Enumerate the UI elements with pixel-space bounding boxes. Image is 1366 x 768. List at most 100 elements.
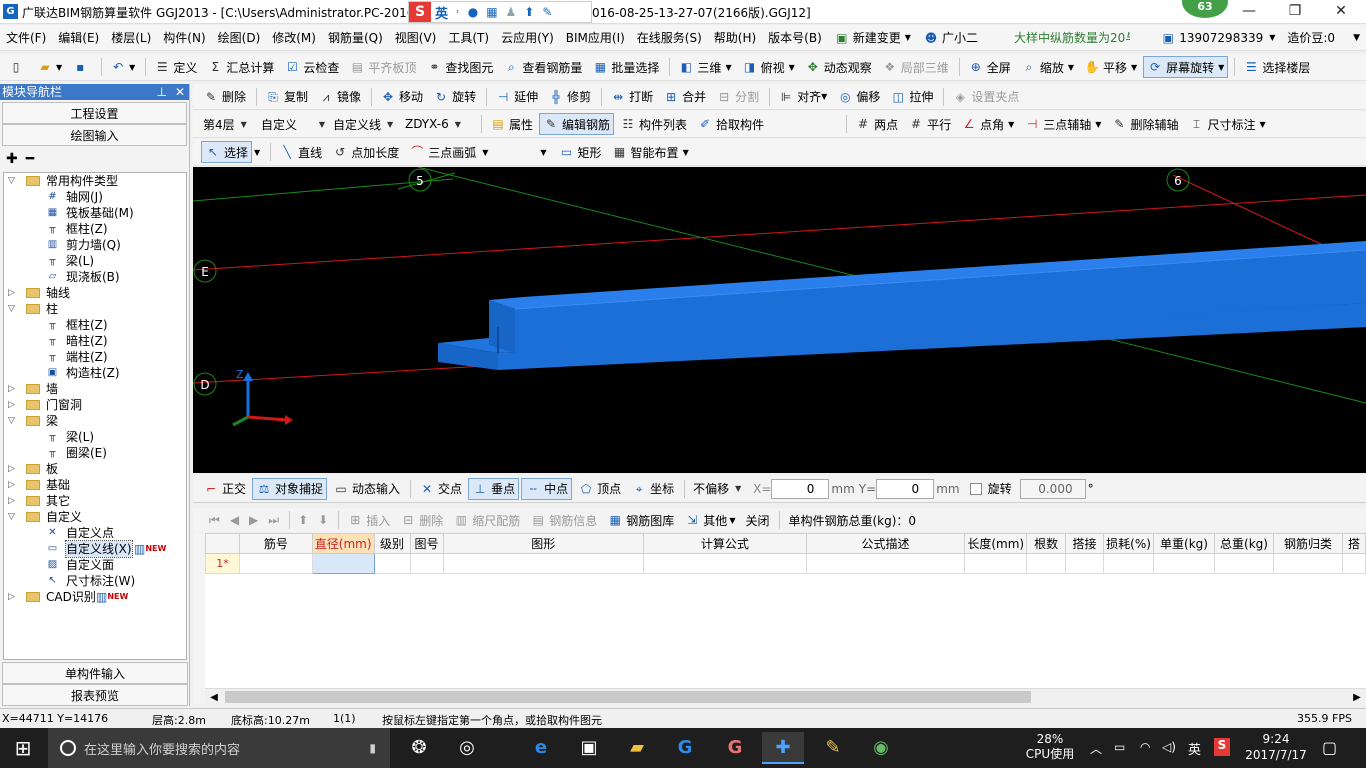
drawing-input-button[interactable]: 绘图输入 <box>2 124 187 146</box>
properties-button[interactable]: ▤ 属性 <box>486 113 537 135</box>
menu-item-5[interactable]: 修改(M) <box>266 25 322 51</box>
offset-select[interactable]: 不偏移 ▼ <box>689 479 749 499</box>
y-input[interactable]: 0 <box>876 478 935 499</box>
batch-select-button[interactable]: ▦ 批量选择 <box>588 56 663 78</box>
table-row[interactable]: 1* <box>205 553 1366 574</box>
cell-formula-desc[interactable] <box>805 553 966 574</box>
task-view-icon[interactable]: ❂ <box>398 732 440 764</box>
coordinate-snap-button[interactable]: ⌖ 坐标 <box>627 478 678 500</box>
collapse-arrow-icon[interactable]: ▽ <box>8 301 15 317</box>
rotate-checkbox[interactable] <box>969 482 982 495</box>
edge-browser-icon[interactable]: e <box>520 732 562 764</box>
tree-folder[interactable]: ▷ 门窗洞 <box>4 397 186 413</box>
view-rebar-button[interactable]: ⌕ 查看钢筋量 <box>499 56 586 78</box>
tray-app-icon[interactable]: ▭ <box>1114 740 1125 754</box>
column-header-8[interactable]: 长度(mm) <box>964 533 1028 554</box>
report-preview-button[interactable]: 报表预览 <box>2 684 188 706</box>
collapse-all-icon[interactable]: ━ <box>26 151 34 167</box>
summary-calc-button[interactable]: Σ 汇总计算 <box>203 56 278 78</box>
expand-arrow-icon[interactable]: ▷ <box>8 461 15 477</box>
cell-count[interactable] <box>1026 553 1067 574</box>
cell-shape-no[interactable] <box>409 553 444 574</box>
notes-app-icon[interactable]: ✎ <box>812 732 854 764</box>
smart-layout-button[interactable]: ▦ 智能布置 ▼ <box>608 141 693 163</box>
orbit-button[interactable]: ✥ 动态观察 <box>801 56 876 78</box>
line-tool-button[interactable]: ╲ 直线 <box>275 141 326 163</box>
expand-arrow-icon[interactable]: ▷ <box>8 381 15 397</box>
delete-button[interactable]: ✎ 删除 <box>199 86 250 108</box>
select-floor-button[interactable]: ☰ 选择楼层 <box>1239 56 1314 78</box>
column-header-6[interactable]: 计算公式 <box>643 533 807 554</box>
tree-item[interactable]: ▱ 现浇板(B) <box>4 269 186 285</box>
expand-arrow-icon[interactable]: ▷ <box>8 589 15 605</box>
tree-item[interactable]: ↖ 尺寸标注(W) <box>4 573 186 589</box>
cpu-usage-widget[interactable]: 28% CPU使用 <box>1022 732 1078 762</box>
user-icon[interactable]: ♟ <box>506 5 517 19</box>
move-button[interactable]: ✥ 移动 <box>376 86 427 108</box>
tree-folder[interactable]: ▷ CAD识别 ▥NEW <box>4 589 186 605</box>
tree-folder[interactable]: ▷ 基础 <box>4 477 186 493</box>
ime-mode-label[interactable]: 英 <box>435 3 448 22</box>
active-app-icon[interactable]: ✚ <box>762 732 804 764</box>
define-button[interactable]: ☰ 定义 <box>150 56 201 78</box>
rectangle-tool-button[interactable]: ▭ 矩形 <box>555 141 606 163</box>
notification-icon[interactable]: ▢ <box>1322 738 1337 757</box>
cell-loss[interactable] <box>1103 553 1155 574</box>
price-bean[interactable]: 造价豆:0 <box>1281 25 1341 51</box>
floor-select[interactable]: 第4层 ▼ <box>199 114 257 134</box>
3d-view-button[interactable]: ◧ 三维 ▼ <box>674 56 735 78</box>
align-button[interactable]: ⊫ 对齐 ▼ <box>774 86 831 108</box>
cell-unit-weight[interactable] <box>1153 553 1215 574</box>
cell-length[interactable] <box>964 553 1028 574</box>
dynamic-input-button[interactable]: ▭ 动态输入 <box>329 478 404 500</box>
fullscreen-button[interactable]: ⊕ 全屏 <box>964 56 1015 78</box>
column-header-2[interactable]: 直径(mm) <box>311 533 375 554</box>
category-select[interactable]: 自定义 ▼ <box>257 114 329 134</box>
cell-formula[interactable] <box>643 553 807 574</box>
tray-ime-label[interactable]: 英 <box>1188 739 1201 758</box>
component-list-button[interactable]: ☷ 构件列表 <box>616 113 691 135</box>
midpoint-snap-button[interactable]: ╌ 中点 <box>521 477 573 500</box>
mirror-button[interactable]: ⩘ 镜像 <box>314 86 365 108</box>
windows-start-icon[interactable]: ⊞ <box>2 732 44 764</box>
tree-item[interactable]: ✕ 自定义点 <box>4 525 186 541</box>
tree-folder[interactable]: ▽ 梁 <box>4 413 186 429</box>
extend-button[interactable]: ⊣ 延伸 <box>491 86 542 108</box>
menu-item-4[interactable]: 绘图(D) <box>212 25 267 51</box>
clock[interactable]: 9:24 2017/7/17 <box>1240 731 1312 763</box>
menu-item-1[interactable]: 编辑(E) <box>52 25 105 51</box>
tree-item[interactable]: ╥ 圈梁(E) <box>4 445 186 461</box>
taskbar-search-box[interactable]: 在这里输入你要搜索的内容 ▮ <box>48 728 390 768</box>
column-header-14[interactable]: 钢筋归类 <box>1272 533 1343 554</box>
column-header-11[interactable]: 损耗(%) <box>1103 533 1155 554</box>
tree-item[interactable]: ╥ 梁(L) <box>4 429 186 445</box>
notice-text[interactable]: 大样中纵筋数量为20与... <box>1008 25 1130 51</box>
pan-button[interactable]: ✋ 平移 ▼ <box>1080 56 1141 78</box>
cell-shape[interactable] <box>442 553 644 574</box>
new-change-menu[interactable]: ▣ 新建变更 ▼ <box>828 25 917 51</box>
cell-bar-no[interactable] <box>238 553 313 574</box>
column-header-0[interactable] <box>205 533 240 554</box>
menu-item-2[interactable]: 楼层(L) <box>105 25 157 51</box>
drawing-viewport[interactable]: 5 6 E D Z <box>193 167 1366 473</box>
store-icon[interactable]: ▣ <box>568 732 610 764</box>
cell-category[interactable] <box>1272 553 1343 574</box>
column-header-13[interactable]: 总重(kg) <box>1214 533 1274 554</box>
ortho-button[interactable]: ⌐ 正交 <box>199 478 250 500</box>
restore-button[interactable]: ❐ <box>1272 0 1318 24</box>
rebar-info-button[interactable]: ▤ 钢筋信息 <box>526 509 601 531</box>
file-explorer-icon[interactable]: ▰ <box>616 732 658 764</box>
sogou-tray-icon[interactable]: S <box>1214 738 1230 756</box>
minimize-button[interactable]: — <box>1226 0 1272 24</box>
save-button[interactable]: ▪ <box>68 56 95 78</box>
copy-button[interactable]: ⎘ 复制 <box>261 86 312 108</box>
expand-all-icon[interactable]: ✚ <box>6 151 18 167</box>
menu-item-11[interactable]: 在线服务(S) <box>631 25 708 51</box>
column-header-4[interactable]: 图号 <box>409 533 444 554</box>
insert-row-button[interactable]: ⊞ 插入 <box>343 509 394 531</box>
next-record-button[interactable]: ▶ <box>245 509 262 531</box>
column-header-10[interactable]: 搭接 <box>1065 533 1105 554</box>
tree-item[interactable]: ▨ 自定义面 <box>4 557 186 573</box>
menu-item-9[interactable]: 云应用(Y) <box>495 25 560 51</box>
tree-item[interactable]: ▭ 自定义线(X) ▥NEW <box>4 540 186 558</box>
